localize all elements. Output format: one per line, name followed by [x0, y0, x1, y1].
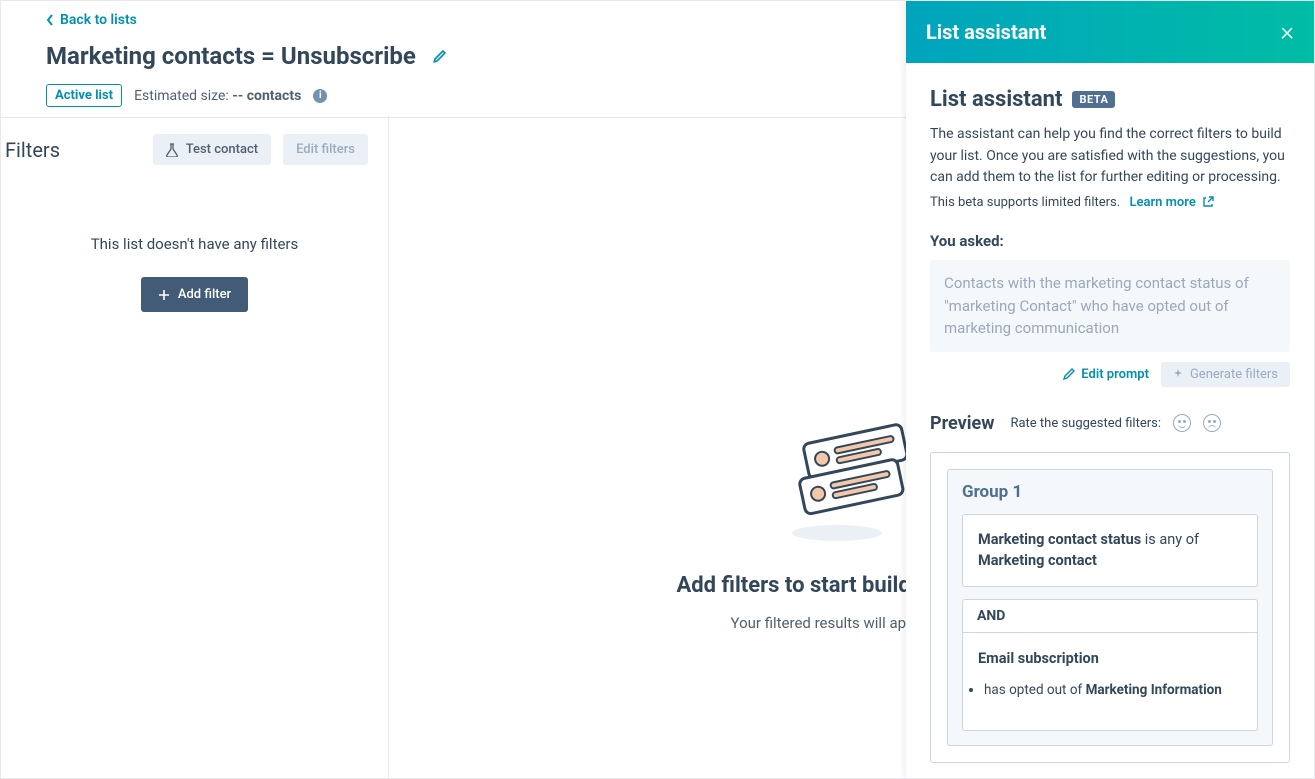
preview-card: Group 1 Marketing contact status is any … — [930, 452, 1290, 764]
external-link-icon — [1202, 196, 1214, 208]
panel-beta-note: This beta supports limited filters. Lear… — [930, 195, 1290, 210]
pencil-icon — [1063, 368, 1075, 380]
condition-1[interactable]: Marketing contact status is any of Marke… — [962, 514, 1258, 588]
preview-title: Preview — [930, 413, 994, 434]
page-title: Marketing contacts = Unsubscribe — [46, 42, 416, 70]
test-contact-label: Test contact — [186, 142, 258, 157]
plus-icon — [158, 289, 170, 301]
estimated-size: Estimated size: -- contacts — [134, 88, 301, 104]
add-filter-label: Add filter — [178, 287, 231, 302]
beta-badge: BETA — [1072, 91, 1115, 108]
prompt-text: Contacts with the marketing contact stat… — [930, 260, 1290, 352]
learn-more-link[interactable]: Learn more — [1129, 195, 1214, 210]
edit-filters-button: Edit filters — [283, 134, 368, 165]
panel-description: The assistant can help you find the corr… — [930, 124, 1290, 189]
filters-empty-message: This list doesn't have any filters — [1, 235, 388, 253]
condition-join: AND — [962, 599, 1258, 632]
rate-happy-icon[interactable] — [1173, 414, 1191, 432]
add-filter-button[interactable]: Add filter — [141, 277, 248, 312]
rate-label: Rate the suggested filters: — [1010, 416, 1161, 431]
back-to-lists-link[interactable]: Back to lists — [46, 12, 137, 28]
sparkle-icon — [1173, 369, 1184, 380]
generate-filters-button: Generate filters — [1161, 362, 1290, 387]
info-icon[interactable]: i — [313, 89, 327, 103]
filters-title: Filters — [5, 138, 60, 162]
close-icon[interactable]: × — [1280, 19, 1294, 45]
panel-header-title: List assistant — [926, 20, 1046, 44]
panel-body-title: List assistant BETA — [930, 87, 1290, 112]
edit-prompt-button[interactable]: Edit prompt — [1063, 367, 1149, 382]
condition-2[interactable]: Email subscription has opted out of Mark… — [962, 632, 1258, 731]
back-to-lists-label: Back to lists — [60, 12, 137, 28]
beaker-icon — [166, 143, 178, 157]
you-asked-label: You asked: — [930, 232, 1290, 250]
group-title: Group 1 — [962, 482, 1258, 502]
rate-sad-icon[interactable] — [1203, 414, 1221, 432]
chevron-left-icon — [46, 14, 54, 26]
test-contact-button[interactable]: Test contact — [153, 134, 271, 165]
active-list-badge: Active list — [46, 84, 122, 107]
illustration-icon — [782, 403, 922, 543]
edit-filters-label: Edit filters — [296, 142, 355, 157]
edit-title-icon[interactable] — [432, 48, 448, 64]
list-assistant-panel: List assistant × List assistant BETA The… — [906, 1, 1314, 778]
